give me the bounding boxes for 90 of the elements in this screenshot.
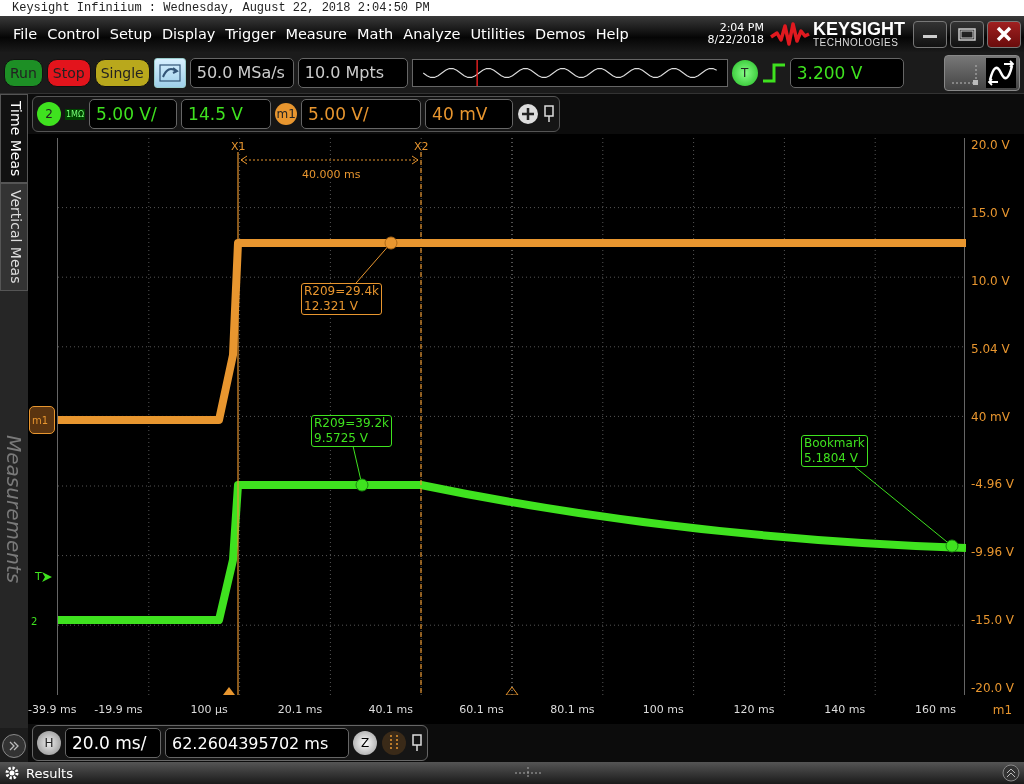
time-scale-field[interactable]: 20.0 ms/ [65,728,161,758]
resize-handle-icon[interactable] [512,766,543,780]
y-axis-label: -4.96 V [971,477,1016,492]
zoom-badge[interactable]: Z [353,731,377,755]
scale-field[interactable]: 5.00 V/ [301,99,422,129]
y-axis-label: 20.0 V [971,138,1011,152]
marker-label: R209=29.4k 12.321 V [301,283,382,315]
side-tab[interactable]: Time Meas [0,94,28,184]
pin-icon[interactable] [543,105,556,123]
menu-item[interactable]: File [8,26,43,42]
x-axis-label: 80.1 ms [549,703,596,716]
pin-icon[interactable] [411,734,423,752]
menu-item[interactable]: Utilities [465,26,530,42]
settings-icon[interactable] [4,765,20,781]
marker-dot[interactable] [945,539,959,553]
clock-date: 8/22/2018 [707,34,764,46]
trigger-level-field[interactable]: 3.200 V [789,57,904,88]
x-axis-label: 100 ms [641,703,685,716]
rising-edge-icon [761,61,786,84]
impedance-label: 1MΩ [65,108,86,120]
chevrons-icon [8,740,20,752]
y-axis-label: 15.0 V [971,205,1011,220]
cursor-delta: 40.000 ms [302,168,361,181]
scale-field[interactable]: 5.00 V/ [89,99,178,129]
horizontal-badge[interactable]: H [37,731,61,755]
acquisition-button[interactable]: Single [94,58,150,87]
menu-item[interactable]: Trigger [220,26,281,42]
close-button[interactable] [987,20,1021,48]
x-axis-label: 120 ms [732,703,776,716]
channel-badge[interactable]: 2 [37,102,61,126]
cursor-line[interactable] [420,151,422,695]
y-axis-label: 5.04 V [971,341,1011,356]
y-axis-label: 40 mV [971,409,1011,424]
marker-dot[interactable] [384,236,398,250]
trigger-badge[interactable]: T [731,59,758,86]
expand-up-icon[interactable] [1002,764,1020,782]
y-axis-label: -20.0 V [971,681,1016,695]
menu-item[interactable]: Math [352,26,399,42]
ground-marker[interactable]: m1 [29,406,55,434]
x-axis-label: 60.1 ms [458,703,505,716]
menu-item[interactable]: Display [156,26,221,42]
y-axis-label: -9.96 V [971,545,1016,560]
menu-item[interactable]: Control [42,26,105,42]
menu-item[interactable]: Demos [530,26,591,42]
x-axis-label: 20.1 ms [276,703,324,716]
marker-dot[interactable] [355,478,369,492]
minimize-button[interactable] [913,20,947,48]
x-axis-label: 40.1 ms [367,703,414,716]
window-title: Keysight Infiniium : Wednesday, August 22, 2018 2:04:50 PM [12,1,430,15]
clock-time: 2:04 PM [719,22,764,34]
y-axis-label: 10.0 V [971,273,1011,288]
results-title: Results [26,765,73,781]
side-tab[interactable]: Vertical Meas [0,183,28,291]
trigger-marker-label: T [35,570,42,583]
autoscale-button[interactable] [153,57,186,88]
menu-item[interactable]: Help [590,26,634,42]
offset-field[interactable]: 14.5 V [181,99,272,129]
offset-field[interactable]: 40 mV [425,99,514,129]
y-axis-label: -15.0 V [971,613,1016,628]
close-icon [996,26,1012,42]
math-badge[interactable]: m1 [275,103,298,125]
logo-wave-icon [770,21,810,47]
add-icon[interactable] [517,103,540,125]
x-axis-label: -19.9 ms [93,703,144,716]
x-axis-label: 160 ms [914,703,958,716]
menu-item[interactable]: Analyze [398,26,466,42]
logo-subtitle: TECHNOLOGIES [813,38,900,48]
sample-rate-field[interactable]: 50.0 MSa/s [189,57,294,88]
memory-depth-field[interactable]: 10.0 Mpts [297,57,408,88]
cursor-label: X2 [414,140,429,153]
logo-name: KEYSIGHT [813,20,905,38]
panel-title: Measurements [2,435,26,584]
acquisition-button[interactable]: Run [4,58,43,87]
marker-label: R209=39.2k 9.5725 V [311,415,392,447]
ground-marker[interactable]: 2 [29,607,55,635]
menu-item[interactable]: Setup [104,26,157,42]
restore-icon [958,27,976,41]
x-axis-label: 140 ms [823,703,867,716]
marker-label: Bookmark 5.1804 V [801,435,868,467]
time-position-field[interactable]: 62.2604395702 ms [165,728,349,758]
expand-button[interactable] [2,734,26,758]
x-axis-label: 100 µs [189,703,229,716]
cursor-label: X1 [231,140,246,153]
menu-item[interactable]: Measure [280,26,352,42]
axis-source-label: m1 [991,702,1014,717]
trigger-position-icon[interactable] [223,687,235,695]
restore-button[interactable] [950,20,984,48]
arrow-icon [41,571,52,582]
cursors-icon[interactable] [381,730,407,756]
sine-arrows-icon[interactable] [986,57,1016,88]
